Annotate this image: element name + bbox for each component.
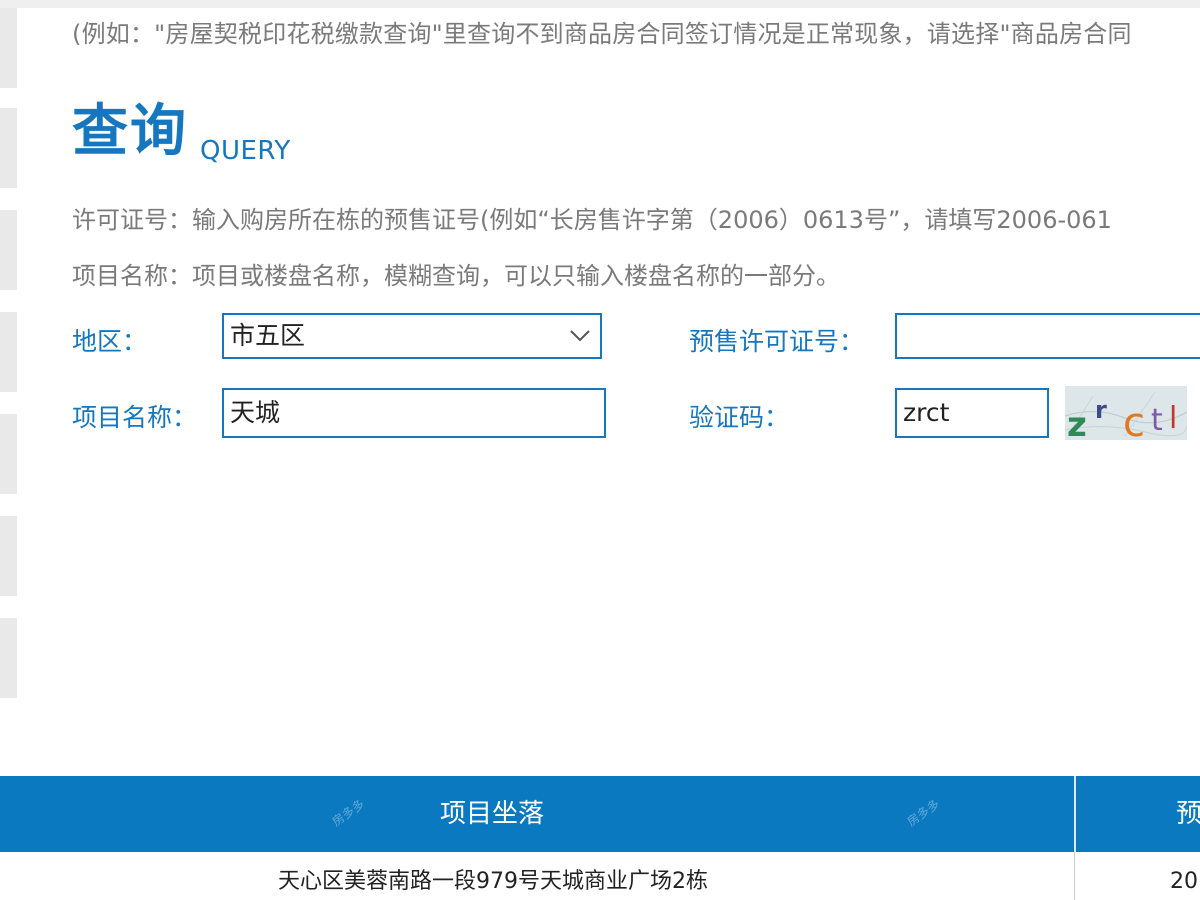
row-presale-cell: 20 <box>1170 869 1198 894</box>
left-rail <box>0 8 17 738</box>
column-header-location: 项目坐落 <box>440 799 545 829</box>
region-select-value: 市五区 <box>230 321 306 350</box>
region-label: 地区： <box>72 327 148 356</box>
presale-label: 预售许可证号： <box>689 327 865 356</box>
query-subtitle: QUERY <box>200 136 291 166</box>
column-divider <box>1074 776 1076 852</box>
watermark: 房多多 <box>904 796 943 829</box>
left-rail-segment <box>0 312 17 392</box>
left-rail-segment <box>0 516 17 596</box>
svg-text:l: l <box>1169 401 1177 436</box>
captcha-input[interactable]: zrct <box>895 388 1049 438</box>
svg-text:c: c <box>1123 400 1145 440</box>
table-row[interactable]: 天心区美蓉南路一段979号天城商业广场2栋 20 <box>0 852 1200 900</box>
top-band <box>0 0 1200 8</box>
captcha-value: zrct <box>903 398 950 427</box>
svg-text:z: z <box>1067 405 1087 440</box>
project-label: 项目名称： <box>72 403 198 432</box>
left-rail-segment <box>0 108 17 188</box>
project-name-value: 天城 <box>230 398 281 427</box>
left-rail-segment <box>0 210 17 290</box>
query-title: 查询 <box>72 99 188 164</box>
project-name-input[interactable]: 天城 <box>222 388 606 438</box>
svg-text:t: t <box>1151 403 1163 438</box>
license-hint: 许可证号：输入购房所在栋的预售证号(例如“长房售许字第（2006）0613号”，… <box>72 206 1112 234</box>
left-rail-segment <box>0 8 17 88</box>
notice-text: (例如："房屋契税印花税缴款查询"里查询不到商品房合同签订情况是正常现象，请选择… <box>72 20 1132 48</box>
region-select[interactable]: 市五区 <box>222 313 602 359</box>
results-table-header: 项目坐落 预 房多多 房多多 <box>0 776 1200 852</box>
presale-license-input[interactable] <box>895 313 1200 359</box>
chevron-down-icon[interactable] <box>568 315 592 357</box>
captcha-image[interactable]: z r c t l <box>1065 386 1187 440</box>
watermark: 房多多 <box>329 796 368 829</box>
svg-text:r: r <box>1095 396 1107 424</box>
row-location-cell: 天心区美蓉南路一段979号天城商业广场2栋 <box>278 869 708 894</box>
column-header-presale: 预 <box>1176 799 1200 829</box>
left-rail-segment <box>0 618 17 698</box>
left-rail-segment <box>0 414 17 494</box>
project-hint: 项目名称：项目或楼盘名称，模糊查询，可以只输入楼盘名称的一部分。 <box>72 262 840 290</box>
query-page: (例如："房屋契税印花税缴款查询"里查询不到商品房合同签订情况是正常现象，请选择… <box>0 0 1200 900</box>
captcha-label: 验证码： <box>689 403 790 432</box>
column-divider <box>1074 852 1075 900</box>
